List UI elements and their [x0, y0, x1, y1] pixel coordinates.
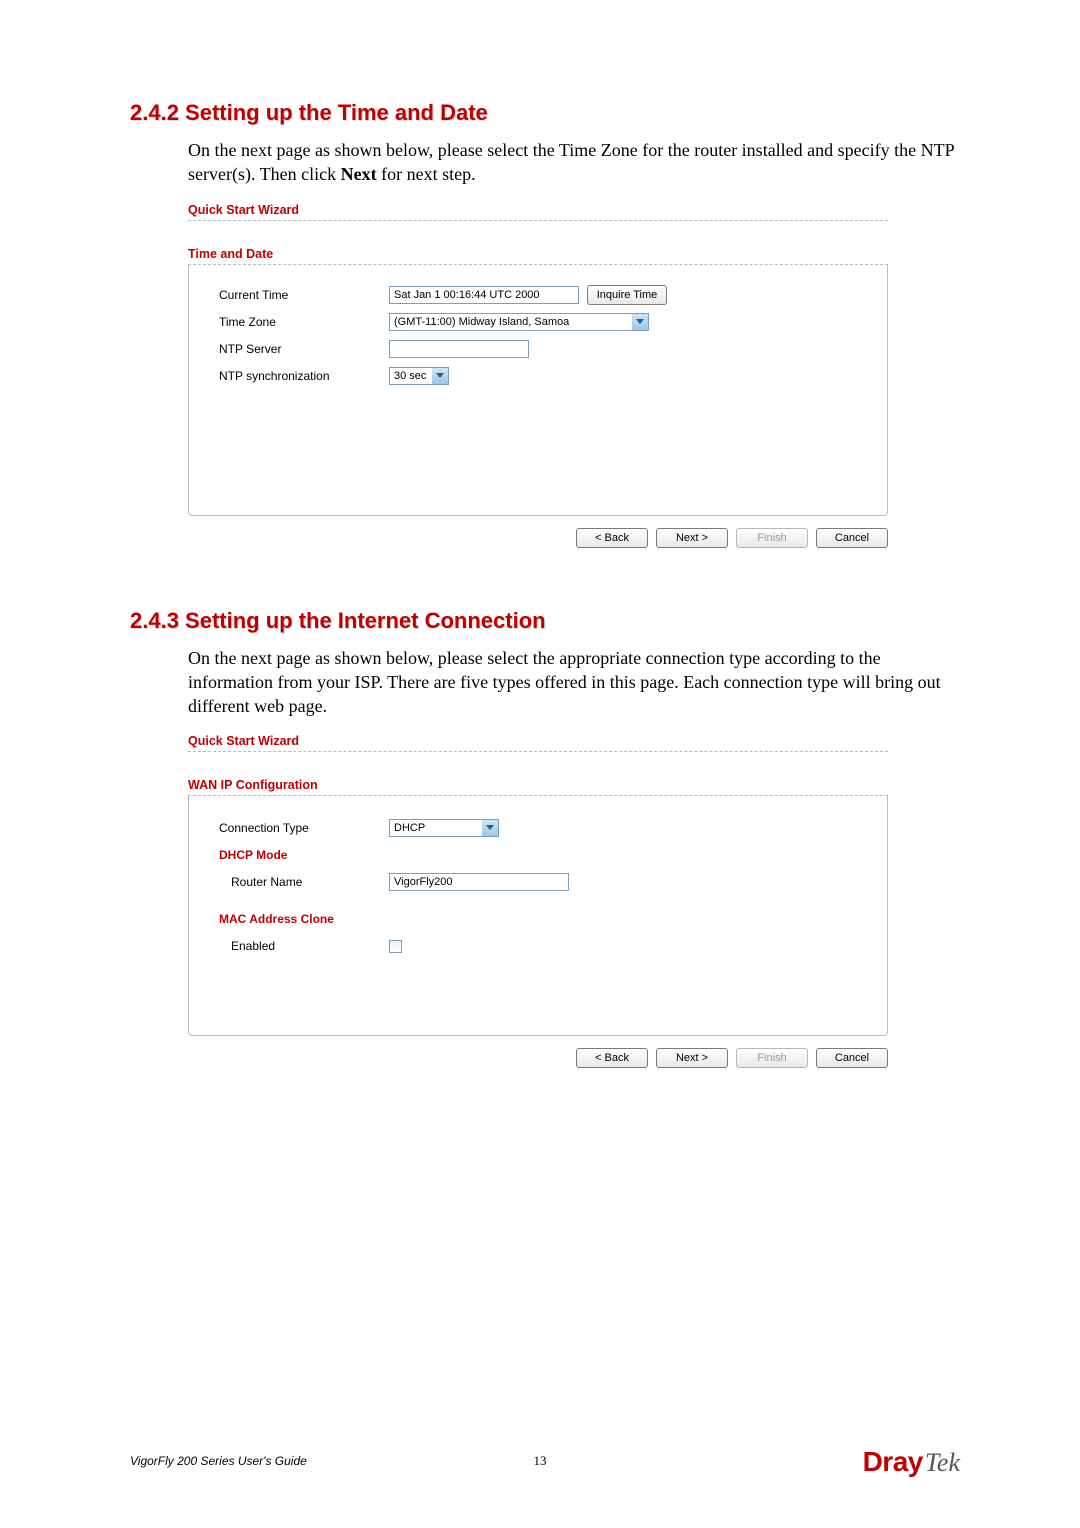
next-button[interactable]: Next >	[656, 1048, 728, 1068]
section-heading-time-date: 2.4.2 Setting up the Time and Date	[130, 100, 960, 126]
wizard2-button-row: < Back Next > Finish Cancel	[188, 1048, 888, 1068]
connection-type-label: Connection Type	[219, 821, 389, 835]
brand-dray: Dray	[863, 1446, 923, 1478]
back-button[interactable]: < Back	[576, 1048, 648, 1068]
chevron-down-icon	[482, 820, 498, 836]
footer-guide-title: VigorFly 200 Series User's Guide	[130, 1454, 307, 1468]
cancel-button[interactable]: Cancel	[816, 1048, 888, 1068]
chevron-down-icon	[632, 314, 648, 330]
ntp-sync-value: 30 sec	[394, 370, 426, 382]
quick-start-wizard-wan: Quick Start Wizard WAN IP Configuration …	[188, 734, 888, 1068]
wizard1-button-row: < Back Next > Finish Cancel	[188, 528, 888, 548]
wizard-box: Connection Type DHCP DHCP Mode Router Na…	[188, 796, 888, 1036]
cancel-button[interactable]: Cancel	[816, 528, 888, 548]
draytek-logo: DrayTek	[863, 1446, 960, 1478]
finish-button: Finish	[736, 1048, 808, 1068]
ntp-server-input[interactable]	[389, 340, 529, 358]
connection-type-select[interactable]: DHCP	[389, 819, 499, 837]
next-button[interactable]: Next >	[656, 528, 728, 548]
ntp-sync-select[interactable]: 30 sec	[389, 367, 449, 385]
time-zone-label: Time Zone	[219, 315, 389, 329]
enabled-label: Enabled	[219, 939, 389, 953]
quick-start-wizard-time: Quick Start Wizard Time and Date Current…	[188, 203, 888, 548]
wizard-title: Quick Start Wizard	[188, 203, 888, 221]
finish-button: Finish	[736, 528, 808, 548]
wizard-subtitle: WAN IP Configuration	[188, 778, 888, 796]
section1-paragraph: On the next page as shown below, please …	[188, 138, 960, 187]
time-zone-value: (GMT-11:00) Midway Island, Samoa	[394, 316, 569, 328]
connection-type-value: DHCP	[394, 822, 425, 834]
wizard-box: Current Time Sat Jan 1 00:16:44 UTC 2000…	[188, 265, 888, 516]
chevron-down-icon	[432, 368, 448, 384]
dhcp-mode-label: DHCP Mode	[219, 848, 389, 862]
current-time-field: Sat Jan 1 00:16:44 UTC 2000	[389, 286, 579, 304]
time-zone-select[interactable]: (GMT-11:00) Midway Island, Samoa	[389, 313, 649, 331]
text-span: for next step.	[377, 164, 476, 184]
inquire-time-button[interactable]: Inquire Time	[587, 285, 667, 305]
ntp-sync-label: NTP synchronization	[219, 369, 389, 383]
page-number: 13	[534, 1453, 547, 1469]
wizard-subtitle: Time and Date	[188, 247, 888, 265]
bold-next: Next	[341, 164, 377, 184]
section-heading-internet-connection: 2.4.3 Setting up the Internet Connection	[130, 608, 960, 634]
back-button[interactable]: < Back	[576, 528, 648, 548]
brand-tek: Tek	[925, 1448, 960, 1478]
mac-clone-enabled-checkbox[interactable]	[389, 940, 402, 953]
router-name-input[interactable]: VigorFly200	[389, 873, 569, 891]
ntp-server-label: NTP Server	[219, 342, 389, 356]
wizard-title: Quick Start Wizard	[188, 734, 888, 752]
section2-paragraph: On the next page as shown below, please …	[188, 646, 960, 719]
current-time-label: Current Time	[219, 288, 389, 302]
text-span: On the next page as shown below, please …	[188, 140, 954, 184]
mac-address-clone-label: MAC Address Clone	[219, 912, 389, 926]
router-name-label: Router Name	[219, 875, 389, 889]
